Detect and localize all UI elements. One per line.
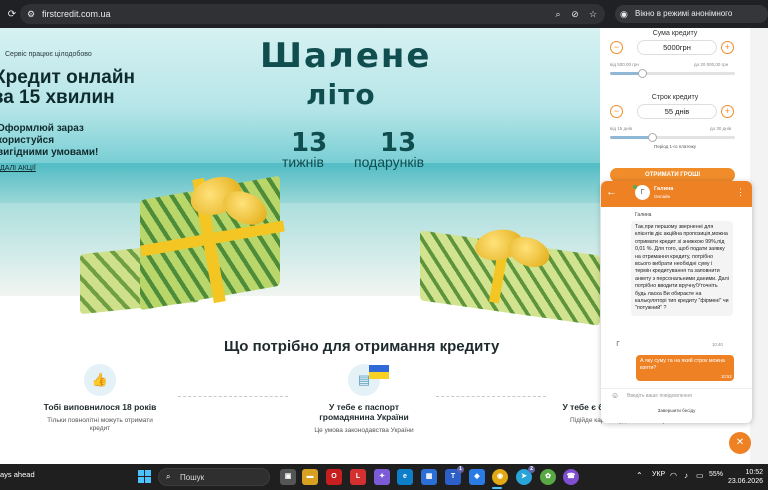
- file-explorer-icon[interactable]: ▬: [302, 469, 318, 485]
- term-slider-thumb[interactable]: [648, 133, 657, 142]
- chevron-up-icon[interactable]: ⌃: [636, 471, 643, 480]
- chat-header: ← Г Галина Онлайн ⋮: [601, 181, 752, 207]
- dropbox-icon[interactable]: ◆: [469, 469, 485, 485]
- task-view-icon[interactable]: ▣: [280, 469, 296, 485]
- page-content: Сервіс працює цілодобово Кредит онлайн з…: [0, 28, 768, 464]
- telegram-icon[interactable]: ➤ 2: [516, 466, 535, 485]
- chat-widget: ← Г Галина Онлайн ⋮ Галина Так,при першо…: [601, 181, 752, 423]
- language-indicator[interactable]: УКР: [652, 471, 665, 478]
- promo-weeks-label: тижнів: [282, 154, 324, 170]
- term-slider[interactable]: [610, 133, 735, 142]
- amount-input[interactable]: 5000грн: [637, 40, 717, 55]
- agent-name: Галина: [654, 186, 674, 192]
- back-arrow-icon[interactable]: ←: [606, 186, 617, 198]
- hero-subtitle: Оформлюй зараз користуйся вигідними умов…: [0, 123, 99, 158]
- promo-subtitle: літо: [306, 78, 376, 111]
- taskbar-search[interactable]: ⌕ Пошук: [158, 468, 270, 486]
- star-icon[interactable]: ☆: [586, 7, 600, 21]
- taskbar-search-label: Пошук: [180, 473, 205, 482]
- thumbs-up-icon: 👍: [84, 364, 116, 396]
- term-minus-button[interactable]: −: [610, 105, 623, 118]
- incoming-message: Так,при першому зверненні для клієнтів д…: [631, 221, 733, 316]
- term-label: Строк кредиту: [651, 94, 699, 101]
- teams-icon[interactable]: T1: [445, 466, 464, 485]
- wifi-icon[interactable]: ◠: [670, 471, 677, 480]
- volume-icon[interactable]: ♪: [684, 471, 688, 480]
- outgoing-message: А яку суму та на який строк можна взяти?: [636, 355, 734, 381]
- search-icon: ⌕: [166, 472, 171, 481]
- active-app-indicator: [492, 487, 502, 489]
- period-note: Період 1-го платежу: [653, 144, 697, 149]
- address-bar[interactable]: ⚙ firstcredit.com.ua ⌕ ⊘ ☆: [20, 4, 605, 24]
- eye-off-icon[interactable]: ⊘: [568, 7, 582, 21]
- term-input[interactable]: 55 днів: [637, 104, 717, 119]
- condition-passport: ▤ У тебе є паспорт громадянина України Ц…: [304, 364, 424, 435]
- opera-icon[interactable]: O: [326, 469, 342, 485]
- taskbar: ays ahead ⌕ Пошук ▣ ▬ O L ✦ e ▦ T1 ◆ ◉ ➤…: [0, 464, 768, 490]
- term-min: від 15 днів: [610, 126, 633, 131]
- site-info-icon[interactable]: ⚙: [24, 7, 38, 21]
- condition-age: 👍 Тобі виповнилося 18 років Тільки повно…: [40, 364, 160, 433]
- url-text: firstcredit.com.ua: [42, 9, 111, 19]
- chrome-icon[interactable]: ◉: [492, 469, 508, 485]
- emoji-icon[interactable]: ☺: [611, 391, 619, 400]
- promo-details-link[interactable]: ДАЛІ АКЦІЇ: [0, 165, 36, 172]
- reply-time: 10:52: [721, 374, 732, 379]
- section-title: Що потрібно для отримання кредиту: [224, 338, 500, 355]
- page-scrollbar[interactable]: [750, 28, 768, 464]
- viber-icon[interactable]: ☎: [563, 469, 579, 485]
- amount-max: до 20 000,00 грн: [694, 62, 729, 67]
- amount-minus-button[interactable]: −: [610, 41, 623, 54]
- reload-icon[interactable]: ⟳: [4, 6, 20, 22]
- agent-avatar: Г: [633, 185, 650, 200]
- agent-status: Онлайн: [654, 194, 671, 199]
- online-status-icon: [633, 185, 637, 189]
- app-icon[interactable]: ✦: [374, 469, 390, 485]
- chat-input-placeholder: Введіть ваше повідомлення: [627, 393, 692, 399]
- search-icon[interactable]: ⌕: [551, 7, 565, 21]
- hero-banner: Сервіс працює цілодобово Кредит онлайн з…: [0, 28, 600, 326]
- battery-icon[interactable]: ▭: [696, 471, 704, 480]
- clock[interactable]: 10:52 23.06.2026: [723, 468, 763, 486]
- ukraine-flag-icon: [369, 365, 389, 379]
- amount-slider-thumb[interactable]: [638, 69, 647, 78]
- battery-level: 55%: [709, 471, 724, 478]
- incognito-indicator[interactable]: ◉ Вікно в режимі анонімного перегляду: [615, 5, 768, 36]
- edge-icon[interactable]: e: [397, 469, 413, 485]
- news-widget[interactable]: ays ahead: [0, 470, 35, 479]
- divider: [436, 396, 546, 397]
- message-avatar: Г: [616, 342, 620, 348]
- store-icon[interactable]: ▦: [421, 469, 437, 485]
- chat-close-button[interactable]: ✕: [729, 432, 751, 454]
- amount-plus-button[interactable]: +: [721, 41, 734, 54]
- amount-slider[interactable]: [610, 69, 735, 78]
- app-icon[interactable]: ✿: [540, 469, 556, 485]
- amount-min: від 500,00 грн: [610, 62, 639, 67]
- chat-input[interactable]: ☺ Введіть ваше повідомлення: [601, 388, 752, 402]
- start-button[interactable]: [138, 470, 152, 484]
- loan-calculator: Сума кредиту − 5000грн + від 500,00 грн …: [600, 28, 750, 198]
- lastpass-icon[interactable]: L: [350, 469, 366, 485]
- term-plus-button[interactable]: +: [721, 105, 734, 118]
- promo-title: Шалене: [260, 36, 432, 76]
- amount-label: Сума кредиту: [652, 30, 698, 37]
- promo-gifts-label: подарунків: [354, 154, 425, 170]
- end-chat-link[interactable]: Завершити бесіду: [601, 408, 752, 413]
- get-money-button[interactable]: ОТРИМАТИ ГРОШІ: [610, 168, 735, 182]
- message-time: 10:40: [712, 342, 723, 347]
- message-author: Галина: [635, 212, 652, 218]
- hero-tagline: Сервіс працює цілодобово: [5, 51, 92, 58]
- term-max: до 30 днів: [710, 126, 732, 131]
- incognito-icon: ◉: [620, 9, 628, 19]
- divider: [178, 396, 288, 397]
- browser-toolbar: ⟳ ⚙ firstcredit.com.ua ⌕ ⊘ ☆ ◉ Вікно в р…: [0, 0, 768, 36]
- hero-title: Кредит онлайн за 15 хвилин: [0, 67, 135, 108]
- more-menu-icon[interactable]: ⋮: [736, 187, 745, 198]
